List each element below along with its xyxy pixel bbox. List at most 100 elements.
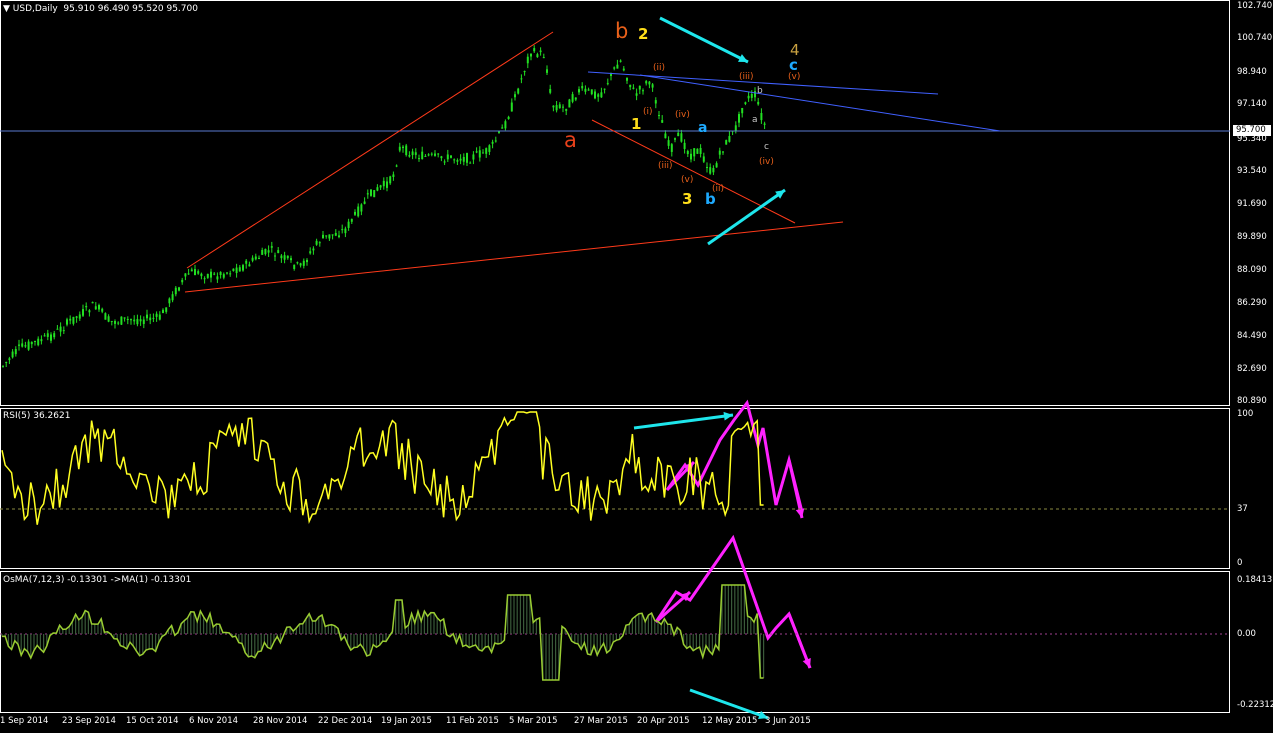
candle-body — [597, 94, 600, 97]
candle-body — [126, 318, 129, 320]
candle-body — [43, 335, 46, 337]
candle-body — [373, 190, 376, 198]
price-tick: 100.740 — [1237, 33, 1273, 43]
candle-body — [517, 88, 520, 94]
upper-channel-line — [186, 31, 554, 269]
date-tick: 12 May 2015 — [702, 716, 758, 726]
candle-body — [139, 319, 142, 322]
price-tick: 82.690 — [1237, 364, 1267, 374]
candle-body — [357, 206, 360, 217]
candle-body — [98, 305, 100, 310]
candle-body — [590, 89, 593, 95]
candle-body — [216, 276, 219, 280]
candle-body — [693, 148, 696, 157]
candle-body — [37, 338, 40, 346]
candle-body — [469, 162, 472, 164]
candle-body — [197, 271, 200, 274]
candle-body — [434, 153, 436, 156]
candle-body — [360, 204, 363, 212]
price-tick: 98.940 — [1237, 67, 1267, 77]
candle-body — [27, 341, 30, 350]
candle-body — [264, 248, 267, 255]
candle-body — [392, 174, 395, 177]
candle-body — [350, 218, 353, 222]
candle-body — [312, 248, 315, 251]
candle-body — [91, 301, 94, 304]
chart-canvas[interactable] — [0, 0, 1273, 733]
candle-body — [677, 132, 680, 137]
candle-body — [741, 108, 744, 114]
candle-body — [443, 161, 446, 163]
candle-body — [642, 90, 644, 92]
price-tick: 91.690 — [1237, 199, 1267, 209]
candle-body — [184, 273, 187, 277]
candle-body — [94, 306, 97, 310]
candle-body — [296, 262, 299, 264]
candle-body — [520, 78, 523, 80]
candle-body — [638, 85, 641, 90]
candle-body — [488, 145, 491, 152]
candle-body — [584, 88, 587, 92]
candle-body — [648, 81, 651, 85]
date-tick: 11 Feb 2015 — [446, 716, 499, 726]
candle-body — [715, 163, 718, 168]
candle-body — [552, 105, 555, 108]
candle-body — [494, 140, 497, 142]
candle-body — [667, 140, 670, 146]
candle-body — [763, 123, 766, 125]
candle-body — [462, 156, 465, 162]
candle-body — [533, 48, 536, 52]
rsi-label: RSI(5) 36.2621 — [3, 411, 71, 421]
candle-body — [379, 185, 382, 188]
candle-body — [322, 234, 324, 239]
date-tick: 6 Nov 2014 — [189, 716, 239, 726]
cyan-arrow-osma — [689, 688, 769, 720]
rsi-tick: 0 — [1237, 558, 1243, 568]
wave-label-a-major: a — [564, 128, 577, 152]
candle-body — [210, 271, 212, 278]
candle-body — [117, 322, 120, 324]
candle-body — [414, 152, 417, 155]
candle-body — [280, 255, 283, 259]
candle-body — [446, 154, 449, 160]
candle-body — [194, 269, 196, 276]
symbol-header: ▼ USD,Daily 95.910 96.490 95.520 95.700 — [3, 4, 198, 14]
candle-body — [200, 273, 203, 277]
date-tick: 23 Sep 2014 — [62, 716, 116, 726]
candle-body — [101, 308, 104, 312]
candle-body — [136, 319, 139, 325]
candle-body — [430, 153, 433, 155]
candle-body — [50, 334, 52, 341]
candle-body — [174, 287, 177, 295]
candle-body — [757, 101, 760, 105]
candle-body — [286, 255, 289, 259]
candle-body — [600, 92, 603, 98]
candle-body — [382, 180, 385, 187]
magenta-path-rsi — [665, 399, 804, 513]
rsi-tick: 100 — [1237, 409, 1254, 419]
symbol-title: USD,Daily — [12, 4, 58, 14]
candle-body — [616, 64, 619, 69]
wave-label-v: (v) — [681, 175, 694, 185]
candle-body — [338, 235, 340, 238]
candle-body — [450, 155, 452, 158]
candle-body — [466, 153, 468, 163]
candle-body — [142, 319, 145, 324]
osma-tick: 0.18413 — [1237, 575, 1273, 585]
candle-body — [536, 54, 539, 58]
candle-body — [405, 145, 408, 155]
candle-body — [408, 155, 411, 157]
osma-pane-frame — [0, 571, 1230, 713]
candle-body — [267, 250, 270, 253]
candle-body — [277, 250, 280, 254]
candle-body — [530, 53, 532, 57]
candle-body — [456, 160, 459, 162]
candle-body — [270, 246, 273, 248]
price-tick: 84.490 — [1237, 331, 1267, 341]
collapse-triangle-icon[interactable]: ▼ — [3, 4, 10, 14]
candle-body — [712, 167, 715, 173]
candle-body — [754, 91, 756, 98]
candle-body — [5, 361, 8, 363]
candle-body — [709, 167, 712, 174]
candle-body — [258, 257, 260, 259]
